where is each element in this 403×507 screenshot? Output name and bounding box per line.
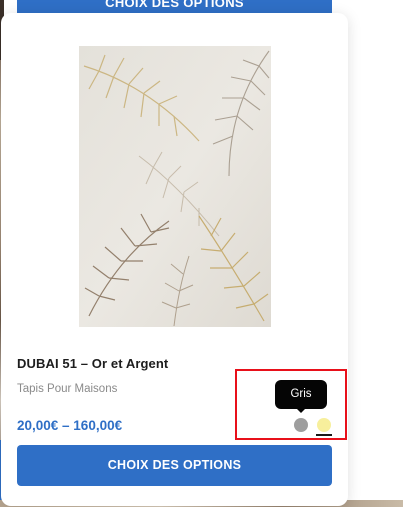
annotation-highlight-box [235, 369, 347, 440]
page: CHOIX DES OPTIONS DUBAI 51 – Or et Argen… [0, 0, 403, 507]
product-category[interactable]: Tapis Pour Maisons [17, 383, 117, 395]
rug-image-illustration [79, 46, 271, 327]
product-price: 20,00€ – 160,00€ [17, 418, 123, 433]
rug-palm-leaves-image[interactable] [79, 46, 271, 327]
product-title[interactable]: DUBAI 51 – Or et Argent [17, 356, 168, 371]
choose-options-button[interactable]: CHOIX DES OPTIONS [17, 445, 332, 486]
